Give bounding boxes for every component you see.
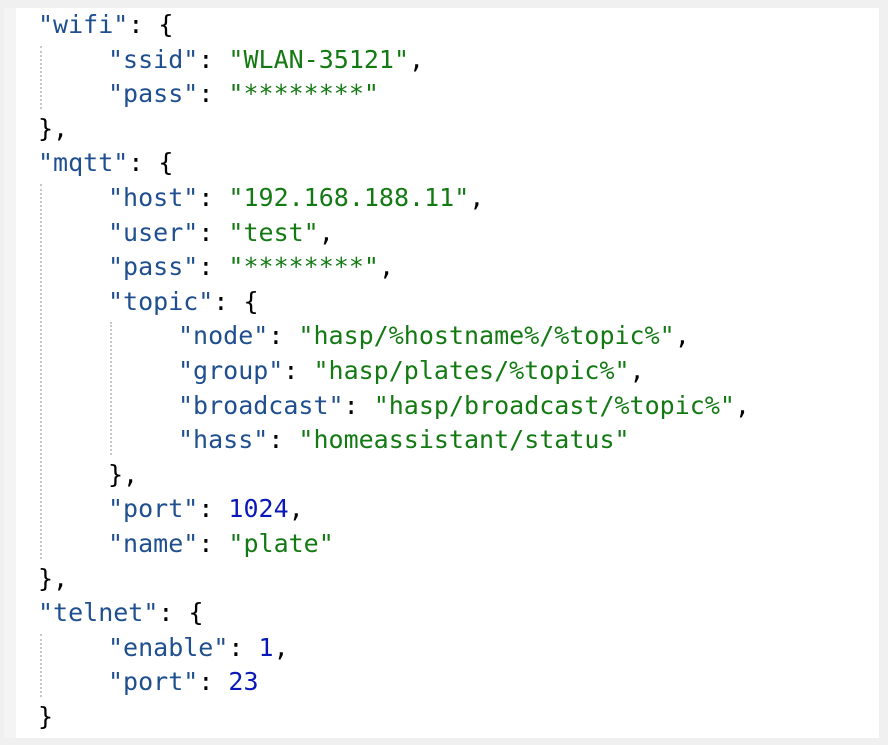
json-string-value: "homeassistant/status" xyxy=(298,425,630,455)
json-punctuation: : { xyxy=(128,10,174,39)
code-line[interactable]: }, xyxy=(38,562,68,596)
code-line[interactable]: "node": "hasp/%hostname%/%topic%", xyxy=(178,319,690,353)
code-line[interactable]: "name": "plate" xyxy=(108,527,334,561)
json-string-value: "192.168.188.11" xyxy=(228,183,470,212)
code-line[interactable]: "mqtt": { xyxy=(38,146,173,180)
json-number-value: 1024 xyxy=(228,494,289,524)
json-key: "pass" xyxy=(108,252,199,282)
json-punctuation: : xyxy=(198,529,229,558)
json-number-value: 23 xyxy=(228,667,259,697)
json-key: "pass" xyxy=(108,79,199,109)
json-punctuation: : xyxy=(228,632,259,662)
json-key: "hass" xyxy=(178,425,269,455)
code-line[interactable]: "group": "hasp/plates/%topic%", xyxy=(178,354,645,388)
json-punctuation: : xyxy=(343,390,374,420)
json-punctuation: : xyxy=(198,667,229,697)
json-punctuation: } xyxy=(38,702,54,731)
json-code-editor[interactable]: "wifi": {"ssid": "WLAN-35121", "pass": "*… xyxy=(4,8,879,738)
json-punctuation: : { xyxy=(128,148,174,178)
json-punctuation: , xyxy=(629,356,645,385)
code-line[interactable]: } xyxy=(38,700,53,734)
code-area[interactable]: "wifi": {"ssid": "WLAN-35121", "pass": "*… xyxy=(4,8,879,738)
code-line[interactable]: "telnet": { xyxy=(38,596,204,630)
code-line[interactable]: }, xyxy=(108,458,138,492)
json-key: "host" xyxy=(108,183,199,212)
json-key: "telnet" xyxy=(38,598,159,628)
json-key: "enable" xyxy=(108,632,229,662)
json-punctuation: : xyxy=(283,356,314,385)
json-key: "broadcast" xyxy=(178,390,344,420)
json-punctuation: , xyxy=(674,321,690,351)
json-punctuation: : xyxy=(268,425,299,455)
json-string-value: "********" xyxy=(228,79,379,109)
json-punctuation: : xyxy=(198,217,229,247)
json-punctuation: : xyxy=(198,79,229,109)
screenshot-frame: "wifi": {"ssid": "WLAN-35121", "pass": "*… xyxy=(0,0,888,745)
json-string-value: "plate" xyxy=(228,529,334,558)
json-key: "user" xyxy=(108,217,199,247)
json-punctuation: }, xyxy=(108,459,139,489)
json-string-value: "********" xyxy=(228,252,379,282)
json-key: "ssid" xyxy=(108,44,199,74)
json-string-value: "WLAN-35121" xyxy=(228,44,410,74)
json-punctuation: , xyxy=(734,390,750,420)
code-line[interactable]: "user": "test", xyxy=(108,216,334,250)
code-line[interactable]: "port": 23 xyxy=(108,665,259,699)
json-punctuation: , xyxy=(469,183,485,212)
json-string-value: "hasp/%hostname%/%topic%" xyxy=(298,321,675,351)
json-punctuation: , xyxy=(273,632,289,662)
json-key: "mqtt" xyxy=(38,148,129,178)
json-key: "node" xyxy=(178,321,269,351)
indent-guide xyxy=(40,45,42,109)
code-line[interactable]: "topic": { xyxy=(108,285,259,319)
indent-guide xyxy=(40,184,42,559)
json-punctuation: : xyxy=(198,494,229,524)
code-line[interactable]: "host": "192.168.188.11", xyxy=(108,181,484,215)
json-key: "port" xyxy=(108,494,199,524)
code-line[interactable]: "hass": "homeassistant/status" xyxy=(178,423,630,457)
code-line[interactable]: "pass": "********", xyxy=(108,250,394,284)
json-punctuation: , xyxy=(409,44,425,74)
json-key: "wifi" xyxy=(38,10,129,39)
json-punctuation: }, xyxy=(38,113,69,143)
json-punctuation: : xyxy=(268,321,299,351)
code-line[interactable]: "port": 1024, xyxy=(108,492,304,526)
code-line[interactable]: "wifi": { xyxy=(38,8,173,42)
json-key: "port" xyxy=(108,667,199,697)
code-line[interactable]: "broadcast": "hasp/broadcast/%topic%", xyxy=(178,389,750,423)
json-punctuation: , xyxy=(288,494,304,524)
json-punctuation: : xyxy=(198,183,229,212)
code-line[interactable]: }, xyxy=(38,112,68,146)
json-punctuation: , xyxy=(318,217,334,247)
json-string-value: "test" xyxy=(228,217,319,247)
json-number-value: 1 xyxy=(258,632,274,662)
json-punctuation: }, xyxy=(38,563,69,593)
json-punctuation: : { xyxy=(158,598,204,628)
code-line[interactable]: "enable": 1, xyxy=(108,631,289,665)
json-key: "name" xyxy=(108,529,199,558)
json-key: "topic" xyxy=(108,286,214,316)
json-punctuation: : xyxy=(198,252,229,282)
indent-guide xyxy=(110,322,112,455)
json-string-value: "hasp/broadcast/%topic%" xyxy=(373,390,735,420)
json-string-value: "hasp/plates/%topic%" xyxy=(313,356,630,385)
json-punctuation: , xyxy=(378,252,394,282)
code-line[interactable]: "ssid": "WLAN-35121", xyxy=(108,43,424,77)
code-line[interactable]: "pass": "********" xyxy=(108,77,379,111)
json-punctuation: : xyxy=(198,44,229,74)
json-key: "group" xyxy=(178,356,284,385)
indent-guide xyxy=(40,633,42,697)
json-punctuation: : { xyxy=(213,286,259,316)
